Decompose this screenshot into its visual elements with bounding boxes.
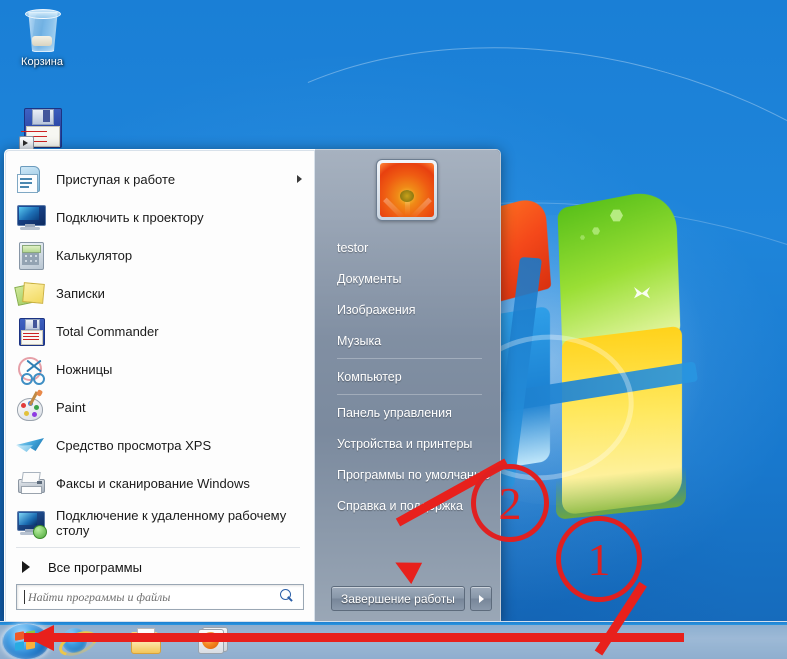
- flower-avatar-image: [380, 163, 434, 217]
- shutdown-options-button[interactable]: [469, 586, 492, 611]
- start-menu-item-label: Калькулятор: [56, 247, 133, 263]
- start-menu-item-paint[interactable]: Paint: [12, 388, 310, 426]
- desktop-icon-recycle-bin[interactable]: Корзина: [4, 6, 80, 69]
- windows-logo-icon: [15, 630, 37, 651]
- start-menu-search-area: [16, 584, 304, 610]
- start-menu-user-name[interactable]: testor: [315, 232, 500, 263]
- chevron-right-icon: [297, 175, 302, 183]
- start-menu-item-label: Подключение к удаленному рабочему столу: [56, 508, 287, 538]
- paint-palette-icon: [16, 389, 46, 422]
- search-box[interactable]: [16, 584, 304, 610]
- sticky-notes-icon: [14, 278, 46, 308]
- shutdown-area: Завершение работы: [331, 586, 492, 611]
- taskbar: [0, 621, 787, 659]
- start-menu-item-computer[interactable]: Компьютер: [315, 361, 500, 392]
- divider: [337, 394, 482, 395]
- search-icon: [280, 589, 295, 604]
- snipping-tool-icon: [16, 354, 46, 385]
- start-menu-item-connect-projector[interactable]: Подключить к проектору: [12, 198, 310, 236]
- start-menu-item-label: Записки: [56, 285, 105, 301]
- start-menu: Приступая к работе Подключить к проектор…: [4, 149, 501, 623]
- start-menu-left-panel: Приступая к работе Подключить к проектор…: [4, 149, 316, 623]
- start-menu-item-calculator[interactable]: Калькулятор: [12, 236, 310, 274]
- divider: [16, 547, 300, 548]
- triangle-right-icon: [22, 561, 30, 573]
- desktop-icon-label: Корзина: [21, 56, 63, 68]
- start-menu-item-label: Факсы и сканирование Windows: [56, 475, 250, 491]
- start-orb[interactable]: [2, 623, 50, 659]
- start-menu-item-label: Ножницы: [56, 361, 113, 377]
- user-avatar[interactable]: [376, 159, 438, 221]
- start-menu-item-devices-printers[interactable]: Устройства и принтеры: [315, 428, 500, 459]
- projector-icon: [16, 202, 46, 232]
- start-menu-item-sticky-notes[interactable]: Записки: [12, 274, 310, 312]
- getting-started-icon: [16, 164, 46, 194]
- taskbar-internet-explorer[interactable]: [55, 626, 101, 659]
- start-menu-item-music[interactable]: Музыка: [315, 325, 500, 356]
- start-menu-item-default-programs[interactable]: Программы по умолчанию: [315, 459, 500, 490]
- start-menu-program-list: Приступая к работе Подключить к проектор…: [12, 160, 310, 583]
- recycle-bin-icon: [18, 6, 66, 54]
- start-menu-item-total-commander[interactable]: Total Commander: [12, 312, 310, 350]
- start-menu-item-remote-desktop[interactable]: Подключение к удаленному рабочему столу: [12, 502, 310, 544]
- start-menu-item-help-support[interactable]: Справка и поддержка: [315, 490, 500, 521]
- xps-viewer-icon: [16, 430, 46, 460]
- start-menu-item-label: Средство просмотра XPS: [56, 437, 212, 453]
- fax-scan-icon: [16, 468, 46, 498]
- shutdown-button[interactable]: Завершение работы: [331, 586, 465, 611]
- taskbar-windows-explorer[interactable]: [130, 626, 161, 655]
- remote-desktop-icon: [16, 508, 47, 539]
- start-menu-places-list: testor Документы Изображения Музыка Комп…: [315, 232, 500, 521]
- start-menu-item-pictures[interactable]: Изображения: [315, 294, 500, 325]
- desktop-icon-total-commander[interactable]: [4, 104, 80, 154]
- start-menu-item-label: Приступая к работе: [56, 171, 176, 187]
- all-programs-label: Все программы: [48, 559, 142, 575]
- taskbar-windows-media-player[interactable]: [196, 626, 228, 655]
- start-menu-item-fax-scan[interactable]: Факсы и сканирование Windows: [12, 464, 310, 502]
- desktop-screen: Корзина Приступая к работе Подключить к …: [0, 0, 787, 659]
- floppy-disk-icon: [18, 104, 66, 152]
- start-menu-item-getting-started[interactable]: Приступая к работе: [12, 160, 310, 198]
- start-menu-all-programs[interactable]: Все программы: [12, 551, 310, 583]
- divider: [337, 358, 482, 359]
- start-menu-item-label: Total Commander: [56, 323, 159, 339]
- start-menu-item-snipping-tool[interactable]: Ножницы: [12, 350, 310, 388]
- start-menu-item-label: Подключить к проектору: [56, 209, 204, 225]
- calculator-icon: [16, 240, 46, 270]
- start-menu-item-control-panel[interactable]: Панель управления: [315, 397, 500, 428]
- start-menu-item-label: Paint: [56, 399, 86, 415]
- start-menu-right-panel: testor Документы Изображения Музыка Комп…: [315, 149, 501, 623]
- floppy-disk-icon: [16, 316, 46, 346]
- search-input[interactable]: [25, 588, 303, 606]
- start-menu-item-xps-viewer[interactable]: Средство просмотра XPS: [12, 426, 310, 464]
- start-menu-item-documents[interactable]: Документы: [315, 263, 500, 294]
